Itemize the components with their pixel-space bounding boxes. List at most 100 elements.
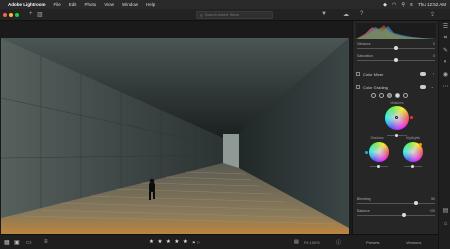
balance-knob[interactable]	[402, 213, 406, 217]
shadows-lum-knob[interactable]	[377, 165, 380, 168]
clock[interactable]: Thu 12:52 AM	[418, 2, 446, 7]
tag-icon[interactable]: ⌂	[442, 221, 449, 227]
sort-icon[interactable]: ≡	[44, 239, 48, 245]
shadows-color-wheel[interactable]	[369, 142, 389, 162]
saturation-label: Saturation	[357, 54, 373, 58]
versions-button[interactable]: Versions	[406, 240, 421, 245]
vibrance-label: Vibrance	[357, 42, 371, 46]
wifi-icon[interactable]: ◠	[392, 2, 396, 8]
highlights-lum-knob[interactable]	[411, 165, 414, 168]
edited-photo[interactable]	[1, 38, 349, 237]
compare-icon[interactable]: ▤	[294, 239, 299, 245]
color-grading-label: Color Grading	[363, 84, 388, 90]
color-mixer-checkbox[interactable]	[356, 72, 360, 76]
status-area: ◆ ◠ ⚲ ≡ Thu 12:52 AM	[383, 0, 446, 9]
blending-slider[interactable]: Blending 50	[357, 197, 435, 207]
grid-view-icon[interactable]: ▦	[4, 239, 10, 246]
presets-icon[interactable]: ▤	[442, 207, 449, 214]
more-icon[interactable]: ⋯	[442, 83, 449, 90]
highlights-label: Highlights	[406, 136, 420, 140]
chevron-down-icon[interactable]: ⌄	[431, 84, 434, 89]
help-icon[interactable]: ?	[360, 11, 363, 17]
bottom-bar: ▦ ▣ ▭ ≡ ★ ★ ★ ★ ★ ⚑ ⚐ ▤ Fit 100% ⓘ	[0, 234, 352, 249]
minimize-button[interactable]	[9, 13, 13, 17]
search-icon[interactable]: ⚲	[401, 2, 405, 8]
highlights-hue-handle[interactable]	[419, 143, 422, 146]
menu-edit[interactable]: Edit	[69, 2, 77, 7]
panel-bottom-bar: Presets Versions	[352, 234, 438, 249]
menu-bar: Adobe Lightroom File Edit Photo View Win…	[0, 0, 450, 9]
three-way-icon[interactable]	[371, 93, 376, 98]
search-placeholder: Search Adobe Stock	[204, 13, 240, 17]
balance-slider[interactable]: Balance +20	[357, 209, 435, 219]
control-center-icon[interactable]: ≡	[410, 2, 413, 8]
panel-toggle-icon[interactable]: ▥	[37, 11, 43, 18]
midtones-mode-icon[interactable]	[387, 93, 392, 98]
flag-icon[interactable]: ⚑ ⚐	[192, 240, 200, 245]
midtones-picker[interactable]	[395, 116, 398, 119]
close-button[interactable]	[3, 13, 7, 17]
vibrance-slider[interactable]: Vibrance 0	[357, 42, 435, 52]
vibrance-knob[interactable]	[394, 46, 398, 50]
midtones-label: Midtones	[390, 101, 404, 105]
tool-strip: ☰ ⌗ ✎ ◐ ◉ ⋯ ▤ ⌂	[438, 21, 450, 249]
healing-icon[interactable]: ✎	[442, 47, 449, 54]
grading-mode-buttons	[371, 93, 408, 98]
window-controls	[3, 13, 19, 17]
zoom-level[interactable]: Fit 100%	[304, 240, 320, 245]
menu-app-name[interactable]: Adobe Lightroom	[8, 2, 46, 7]
menu-photo[interactable]: Photo	[85, 2, 97, 7]
saturation-knob[interactable]	[394, 58, 398, 62]
share-icon[interactable]: ⇪	[430, 11, 435, 18]
masking-icon[interactable]: ◐	[442, 59, 449, 65]
menu-view[interactable]: View	[104, 2, 114, 7]
menu-window[interactable]: Window	[122, 2, 138, 7]
info-icon[interactable]: ⓘ	[336, 239, 341, 246]
square-grid-icon[interactable]: ▣	[14, 239, 20, 246]
saturation-slider[interactable]: Saturation 0	[357, 54, 435, 64]
balance-track[interactable]	[357, 215, 435, 216]
vibrance-value[interactable]: 0	[433, 42, 435, 46]
color-mixer-label: Color Mixer	[363, 71, 384, 77]
color-mixer-section[interactable]: Color Mixer ›	[356, 70, 436, 78]
global-mode-icon[interactable]	[403, 93, 408, 98]
blending-value[interactable]: 50	[431, 197, 435, 201]
midtones-color-wheel[interactable]	[385, 106, 409, 130]
add-photos-icon[interactable]: +	[29, 11, 33, 17]
edit-icon[interactable]: ☰	[442, 23, 449, 30]
blending-knob[interactable]	[414, 201, 418, 205]
shadows-mode-icon[interactable]	[379, 93, 384, 98]
edit-panel: Vibrance 0 Saturation 0 Color Mixer › Co…	[352, 21, 438, 249]
photo-scene	[1, 38, 349, 237]
color-grading-toggle[interactable]	[420, 85, 426, 89]
shadows-hue-handle[interactable]	[365, 151, 368, 154]
color-grading-section[interactable]: Color Grading ⌄	[356, 83, 436, 91]
search-input[interactable]: ⚲ Search Adobe Stock	[196, 11, 273, 19]
detail-view-icon[interactable]: ▭	[26, 239, 32, 246]
star-rating[interactable]: ★ ★ ★ ★ ★	[149, 239, 189, 245]
dropbox-icon[interactable]: ◆	[383, 2, 387, 8]
blending-track[interactable]	[357, 203, 435, 204]
shadows-label: Shadows	[370, 136, 384, 140]
menu-file[interactable]: File	[54, 2, 61, 7]
presets-button[interactable]: Presets	[366, 240, 380, 245]
color-grading-checkbox[interactable]	[356, 85, 360, 89]
red-eye-icon[interactable]: ◉	[442, 71, 449, 78]
cloud-icon[interactable]: ☁	[343, 11, 349, 18]
histogram	[356, 23, 436, 39]
photo-canvas	[0, 21, 352, 237]
midtones-lum-knob[interactable]	[395, 134, 398, 137]
crop-icon[interactable]: ⌗	[442, 35, 449, 42]
balance-value[interactable]: +20	[429, 209, 435, 213]
highlights-mode-icon[interactable]	[395, 93, 400, 98]
chevron-right-icon[interactable]: ›	[433, 71, 434, 76]
blending-label: Blending	[357, 197, 371, 201]
saturation-value[interactable]: 0	[433, 54, 435, 58]
filter-icon[interactable]: ▼	[321, 11, 327, 17]
search-icon: ⚲	[200, 13, 203, 18]
zoom-button[interactable]	[15, 13, 19, 17]
color-mixer-toggle[interactable]	[420, 72, 426, 76]
balance-label: Balance	[357, 209, 370, 213]
menu-help[interactable]: Help	[146, 2, 155, 7]
midtones-hue-handle[interactable]	[410, 116, 413, 119]
